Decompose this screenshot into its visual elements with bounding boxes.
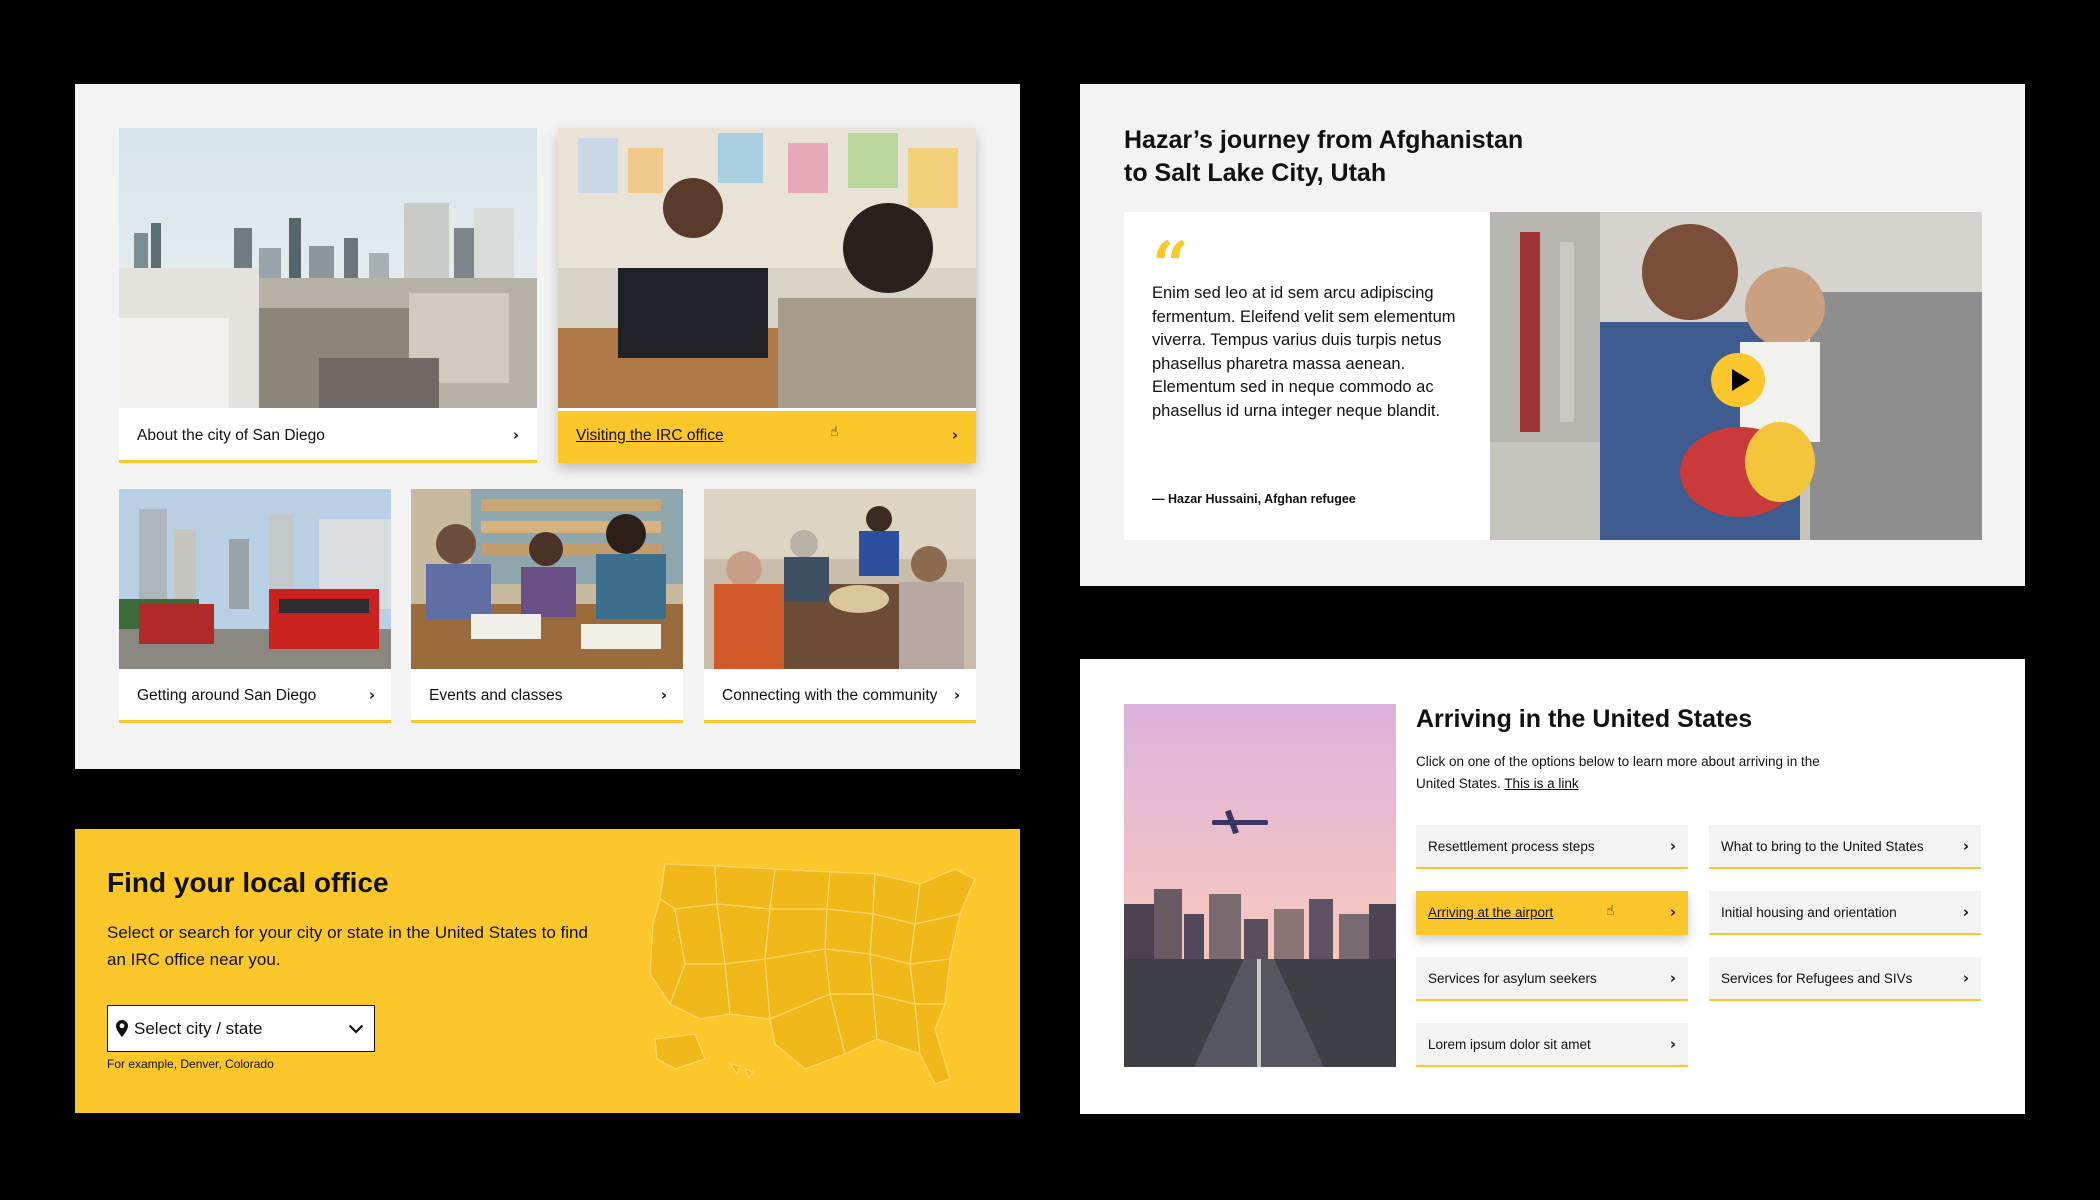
airplane-over-city-photo	[1124, 704, 1396, 1067]
card-caption: Visiting the IRC office ›	[558, 411, 976, 463]
resource-cards-panel: About the city of San Diego › Visiting t…	[75, 84, 1020, 769]
card-getting-around[interactable]: Getting around San Diego ›	[119, 489, 391, 723]
quote-attribution: — Hazar Hussaini, Afghan refugee	[1152, 492, 1356, 506]
play-icon	[1731, 369, 1750, 391]
card-connecting-community[interactable]: Connecting with the community ›	[704, 489, 976, 723]
card-label: Visiting the IRC office	[576, 426, 724, 444]
community-meal-photo	[704, 489, 976, 669]
chevron-down-icon	[348, 1024, 364, 1034]
option-refugee-siv-services[interactable]: Services for Refugees and SIVs ›	[1709, 957, 1981, 1001]
option-what-to-bring[interactable]: What to bring to the United States ›	[1709, 825, 1981, 869]
card-label: Events and classes	[429, 686, 563, 704]
chevron-right-icon: ›	[1669, 902, 1676, 921]
hand-cursor-icon: ☝	[830, 424, 839, 440]
chevron-right-icon: ›	[660, 686, 667, 704]
card-caption: Getting around San Diego ›	[119, 671, 391, 723]
play-video-button[interactable]	[1711, 353, 1765, 407]
chevron-right-icon: ›	[1669, 968, 1676, 987]
story-title-line: to Salt Lake City, Utah	[1124, 159, 1387, 187]
classroom-photo	[411, 489, 683, 669]
option-label: Initial housing and orientation	[1721, 904, 1897, 920]
option-lorem-ipsum[interactable]: Lorem ipsum dolor sit amet ›	[1416, 1023, 1688, 1067]
select-hint: For example, Denver, Colorado	[107, 1057, 274, 1071]
story-video[interactable]	[1490, 212, 1982, 540]
card-caption: Events and classes ›	[411, 671, 683, 723]
hand-cursor-icon: ☝	[1606, 903, 1615, 919]
option-resettlement-steps[interactable]: Resettlement process steps ›	[1416, 825, 1688, 869]
location-pin-icon	[116, 1020, 128, 1037]
trolley-photo	[119, 489, 391, 669]
option-label: Services for asylum seekers	[1428, 970, 1597, 986]
option-arriving-airport[interactable]: Arriving at the airport › ☝	[1416, 891, 1688, 935]
story-title: Hazar’s journey from Afghanistan to Salt…	[1124, 124, 1624, 190]
option-asylum-services[interactable]: Services for asylum seekers ›	[1416, 957, 1688, 1001]
quote-text: Enim sed leo at id sem arcu adipiscing f…	[1152, 284, 1456, 420]
chevron-right-icon: ›	[953, 686, 960, 704]
arriving-title: Arriving in the United States	[1416, 705, 1753, 733]
chevron-right-icon: ›	[368, 686, 375, 704]
option-label: Resettlement process steps	[1428, 838, 1595, 854]
chevron-right-icon: ›	[1669, 1034, 1676, 1053]
refugee-story-panel: Hazar’s journey from Afghanistan to Salt…	[1080, 84, 2025, 586]
card-label: Getting around San Diego	[137, 686, 317, 704]
find-office-panel: Find your local office Select or search …	[75, 829, 1020, 1113]
irc-office-meeting-photo	[558, 128, 976, 408]
option-label: What to bring to the United States	[1721, 838, 1924, 854]
card-visiting-irc-office[interactable]: Visiting the IRC office › ☝	[558, 128, 976, 463]
chevron-right-icon: ›	[1962, 968, 1969, 987]
chevron-right-icon: ›	[951, 426, 958, 444]
card-label: Connecting with the community	[722, 686, 938, 704]
chevron-right-icon: ›	[1962, 902, 1969, 921]
office-description: Select or search for your city or state …	[107, 923, 588, 969]
chevron-right-icon: ›	[1669, 836, 1676, 855]
card-about-san-diego[interactable]: About the city of San Diego ›	[119, 128, 537, 463]
card-caption: About the city of San Diego ›	[119, 411, 537, 463]
card-events-classes[interactable]: Events and classes ›	[411, 489, 683, 723]
inline-link[interactable]: This is a link	[1504, 776, 1578, 791]
arriving-description: Click on one of the options below to lea…	[1416, 751, 1836, 795]
us-map-illustration	[649, 863, 976, 1085]
chevron-right-icon: ›	[1962, 836, 1969, 855]
card-label: About the city of San Diego	[137, 426, 325, 444]
story-title-line: Hazar’s journey from Afghanistan	[1124, 126, 1524, 154]
quote-card: “ Enim sed leo at id sem arcu adipiscing…	[1124, 212, 1490, 540]
card-caption: Connecting with the community ›	[704, 671, 976, 723]
option-label: Arriving at the airport	[1428, 904, 1554, 920]
office-title: Find your local office	[107, 867, 389, 898]
description-text: Click on one of the options below to lea…	[1416, 754, 1820, 791]
arriving-panel: Arriving in the United States Click on o…	[1080, 659, 2025, 1114]
option-initial-housing[interactable]: Initial housing and orientation ›	[1709, 891, 1981, 935]
chevron-right-icon: ›	[512, 426, 519, 444]
option-label: Lorem ipsum dolor sit amet	[1428, 1036, 1591, 1052]
city-state-select[interactable]: Select city / state	[107, 1005, 375, 1052]
option-label: Services for Refugees and SIVs	[1721, 970, 1913, 986]
san-diego-skyline-photo	[119, 128, 537, 408]
select-value: Select city / state	[134, 1018, 263, 1038]
